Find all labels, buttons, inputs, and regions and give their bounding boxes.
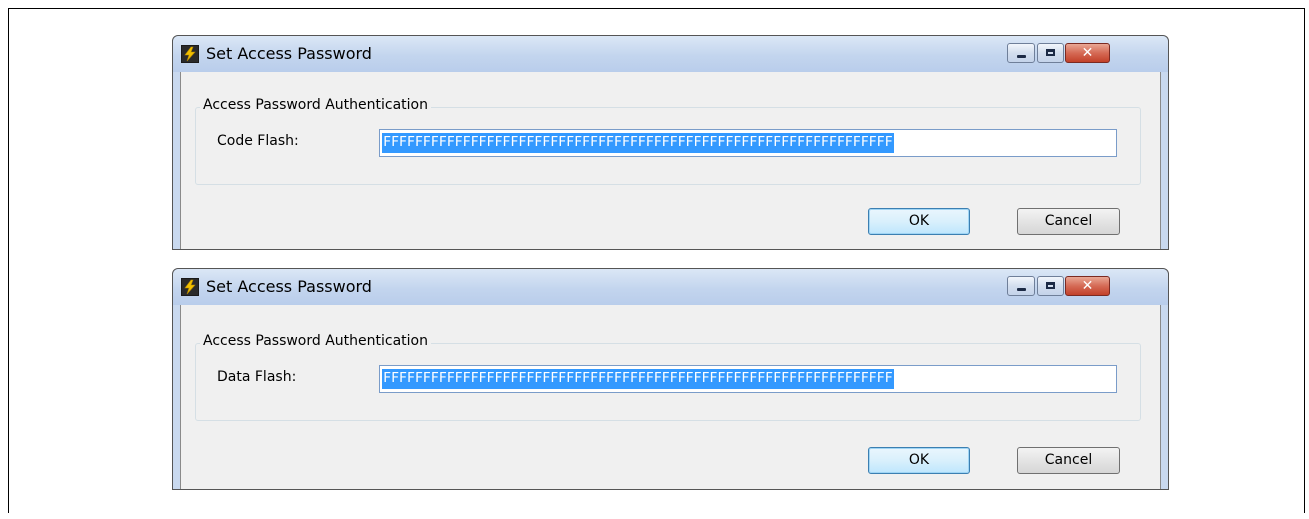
- app-icon: [181, 278, 199, 296]
- dialog-client-area: Access Password Authentication Data Flas…: [180, 305, 1161, 489]
- data-flash-password-input[interactable]: FFFFFFFFFFFFFFFFFFFFFFFFFFFFFFFFFFFFFFFF…: [379, 365, 1117, 393]
- group-label: Access Password Authentication: [200, 333, 431, 349]
- minimize-icon: [1017, 55, 1026, 58]
- close-button[interactable]: ✕: [1065, 43, 1110, 63]
- selected-text: FFFFFFFFFFFFFFFFFFFFFFFFFFFFFFFFFFFFFFFF…: [382, 369, 894, 389]
- group-label: Access Password Authentication: [200, 97, 431, 113]
- data-flash-label: Data Flash:: [217, 369, 297, 385]
- cancel-button[interactable]: Cancel: [1017, 208, 1120, 235]
- close-icon: ✕: [1081, 278, 1094, 294]
- title-bar[interactable]: Set Access Password ✕: [173, 269, 1168, 305]
- selected-text: FFFFFFFFFFFFFFFFFFFFFFFFFFFFFFFFFFFFFFFF…: [382, 133, 894, 153]
- minimize-icon: [1017, 288, 1026, 291]
- set-access-password-dialog-data-flash: Set Access Password ✕ Access Password Au…: [172, 268, 1169, 490]
- window-title: Set Access Password: [206, 44, 372, 63]
- minimize-button[interactable]: [1007, 276, 1035, 296]
- dialog-client-area: Access Password Authentication Code Flas…: [180, 72, 1161, 249]
- cancel-button[interactable]: Cancel: [1017, 447, 1120, 474]
- ok-button[interactable]: OK: [868, 208, 970, 235]
- code-flash-label: Code Flash:: [217, 133, 299, 149]
- close-icon: ✕: [1081, 45, 1094, 61]
- title-bar[interactable]: Set Access Password ✕: [173, 36, 1168, 72]
- maximize-icon: [1046, 49, 1055, 56]
- app-icon: [181, 45, 199, 63]
- close-button[interactable]: ✕: [1065, 276, 1110, 296]
- maximize-button[interactable]: [1037, 276, 1064, 296]
- window-title: Set Access Password: [206, 277, 372, 296]
- maximize-button[interactable]: [1037, 43, 1064, 63]
- set-access-password-dialog-code-flash: Set Access Password ✕ Access Password Au…: [172, 35, 1169, 250]
- code-flash-password-input[interactable]: FFFFFFFFFFFFFFFFFFFFFFFFFFFFFFFFFFFFFFFF…: [379, 129, 1117, 157]
- maximize-icon: [1046, 282, 1055, 289]
- ok-button[interactable]: OK: [868, 447, 970, 474]
- minimize-button[interactable]: [1007, 43, 1035, 63]
